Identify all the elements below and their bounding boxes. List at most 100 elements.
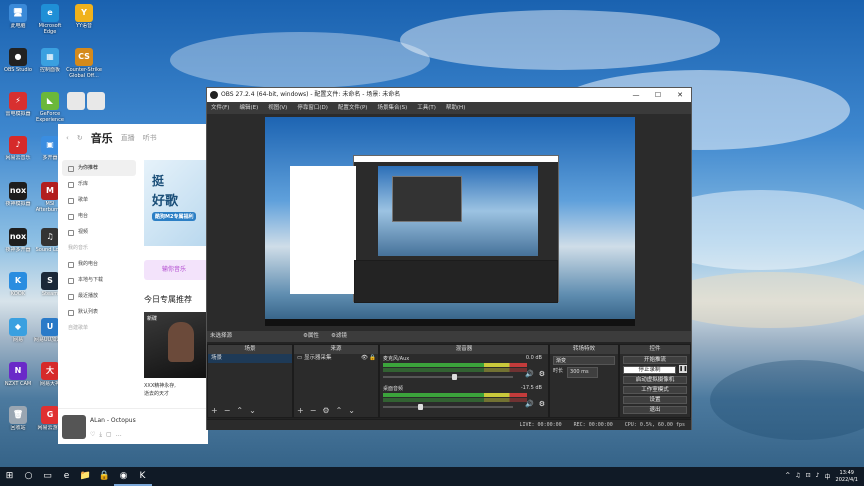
sidebar-item[interactable]: 视频	[62, 224, 136, 240]
move-up-icon[interactable]: ⌃	[236, 405, 243, 417]
properties-button[interactable]: ⚙属性	[303, 331, 319, 341]
sidebar-item[interactable]: 本地与下载	[62, 272, 136, 288]
edge-taskbar-icon[interactable]: e	[57, 467, 76, 486]
maximize-button[interactable]: ☐	[647, 88, 669, 102]
add-icon[interactable]: +	[211, 405, 218, 417]
gear-icon[interactable]: ⚙	[322, 405, 329, 417]
volume-slider-handle[interactable]	[418, 404, 423, 410]
start-streaming-button[interactable]: 开始推流	[623, 356, 687, 364]
remove-icon[interactable]: −	[224, 405, 231, 417]
menu-item[interactable]: 编辑(E)	[239, 102, 258, 114]
speaker-icon[interactable]: 🔊	[525, 400, 534, 408]
sidebar-item[interactable]: 为你推荐	[62, 160, 136, 176]
obs-taskbar-icon[interactable]: ◉	[114, 467, 133, 486]
desktop-icon[interactable]: ▦ 控制面板	[32, 48, 68, 79]
clock[interactable]: 13:49 2022/4/1	[836, 470, 858, 484]
desktop-icon[interactable]: 🗑 回收站	[0, 406, 36, 437]
volume-icon[interactable]: ♪	[816, 472, 820, 481]
obs-preview-canvas[interactable]	[265, 117, 635, 326]
sidebar-item[interactable]: 乐库	[62, 176, 136, 192]
pause-icon[interactable]: ❚❚	[679, 365, 687, 373]
show-hidden-icons[interactable]: ^	[785, 472, 790, 481]
kook-taskbar-icon[interactable]: K	[133, 467, 152, 486]
remove-icon[interactable]: −	[310, 405, 317, 417]
exit-button[interactable]: 退出	[623, 406, 687, 414]
desktop-icon[interactable]: ♪ 网易云音乐	[0, 136, 36, 167]
back-icon[interactable]: ‹	[66, 134, 69, 142]
more-icon[interactable]: …	[116, 431, 126, 438]
task-view-button[interactable]: ▭	[38, 467, 57, 486]
tab-live[interactable]: 直播	[121, 133, 135, 143]
stop-recording-button[interactable]: 停止录制	[623, 366, 676, 374]
studio-mode-button[interactable]: 工作室模式	[623, 386, 687, 394]
sources-toolbar: + − ⚙ ⌃ ⌄	[294, 405, 378, 417]
menu-item[interactable]: 帮助(H)	[446, 102, 465, 114]
store-taskbar-icon[interactable]: 🔒	[95, 467, 114, 486]
heart-icon[interactable]: ♡	[90, 431, 99, 438]
menu-item[interactable]: 文件(F)	[211, 102, 229, 114]
menu-item[interactable]: 视图(V)	[268, 102, 287, 114]
desktop-icon-image: K	[9, 272, 27, 290]
desktop-icon[interactable]: K KOOK	[0, 272, 36, 303]
move-down-icon[interactable]: ⌄	[348, 405, 355, 417]
volume-slider-handle[interactable]	[451, 374, 457, 380]
speaker-icon[interactable]: 🔊	[525, 370, 534, 378]
volume-slider[interactable]	[383, 374, 513, 380]
start-virtual-camera-button[interactable]: 启动虚拟摄像机	[623, 376, 687, 384]
menu-item[interactable]: 配置文件(P)	[338, 102, 368, 114]
move-down-icon[interactable]: ⌄	[249, 405, 256, 417]
eye-icon[interactable]: 👁	[361, 354, 368, 363]
menu-item[interactable]: 工具(T)	[417, 102, 436, 114]
vip-banner[interactable]: 输你音乐	[144, 260, 208, 280]
monitor-icon: ▭	[297, 355, 304, 361]
move-up-icon[interactable]: ⌃	[336, 405, 343, 417]
desktop-icon[interactable]: CS Counter-Strike Global Off...	[66, 48, 102, 79]
settings-button[interactable]: 设置	[623, 396, 687, 404]
sidebar-item[interactable]: 默认列表	[62, 304, 136, 320]
now-playing-cover[interactable]	[62, 415, 86, 439]
album-cover[interactable]: 新碟	[144, 312, 208, 378]
sidebar-item[interactable]: 我的电台	[62, 256, 136, 272]
source-item[interactable]: ▭ 显示器采集 👁 🔒	[294, 354, 378, 363]
sidebar-item[interactable]: 最近播放	[62, 288, 136, 304]
gear-icon[interactable]: ⚙	[539, 370, 545, 378]
desktop-icon[interactable]: nox 夜神模拟器	[0, 182, 36, 213]
menu-item[interactable]: 停靠窗口(D)	[297, 102, 328, 114]
ime-icon[interactable]: 中	[825, 472, 831, 481]
explorer-taskbar-icon[interactable]: 📁	[76, 467, 95, 486]
start-button[interactable]: ⊞	[0, 467, 19, 486]
add-icon[interactable]: +	[297, 405, 304, 417]
desktop-icon[interactable]: nox 夜神多开器	[0, 228, 36, 259]
gear-icon[interactable]: ⚙	[539, 400, 545, 408]
volume-slider[interactable]	[383, 404, 513, 410]
mixer-track-mic: 麦克风/Aux 0.0 dB 🔊 ⚙	[380, 354, 548, 384]
refresh-icon[interactable]: ↻	[77, 134, 83, 142]
filters-button[interactable]: ⚙滤镜	[331, 331, 347, 341]
minimize-button[interactable]: —	[625, 88, 647, 102]
comment-icon[interactable]: ▢	[106, 431, 116, 438]
duration-input[interactable]: 300 ms	[567, 367, 598, 378]
search-button[interactable]: ○	[19, 467, 38, 486]
desktop-icon[interactable]: N NZXT CAM	[0, 362, 36, 393]
lock-icon[interactable]: 🔒	[369, 354, 376, 363]
tray-app-icon[interactable]: ♫	[795, 472, 800, 481]
promo-banner[interactable]: 挺 好歌 酷狗M2专属福利	[144, 160, 208, 246]
desktop-icon[interactable]	[78, 92, 114, 110]
scene-item[interactable]: 场景	[208, 354, 292, 363]
desktop-icon[interactable]: ⚡ 雷电模拟器	[0, 92, 36, 123]
now-playing-title[interactable]: ALan - Octopus	[90, 417, 136, 424]
sidebar-item[interactable]: 歌单	[62, 192, 136, 208]
desktop-icon[interactable]: 🖥 此电脑	[0, 4, 36, 35]
transition-select[interactable]: 渐变	[553, 356, 615, 365]
tab-music[interactable]: 音乐	[91, 130, 113, 146]
desktop-icon[interactable]: Y YY语音	[66, 4, 102, 35]
tab-audiobook[interactable]: 听书	[143, 133, 157, 143]
desktop-icon[interactable]: ● OBS Studio	[0, 48, 36, 79]
tray-network-icon[interactable]: ⊡	[806, 472, 811, 481]
close-button[interactable]: ✕	[669, 88, 691, 102]
desktop-icon[interactable]: ◆ 网易	[0, 318, 36, 349]
desktop-icon-image: nox	[9, 182, 27, 200]
sidebar-item[interactable]: 电台	[62, 208, 136, 224]
desktop-icon[interactable]: e Microsoft Edge	[32, 4, 68, 35]
menu-item[interactable]: 场景集合(S)	[377, 102, 407, 114]
